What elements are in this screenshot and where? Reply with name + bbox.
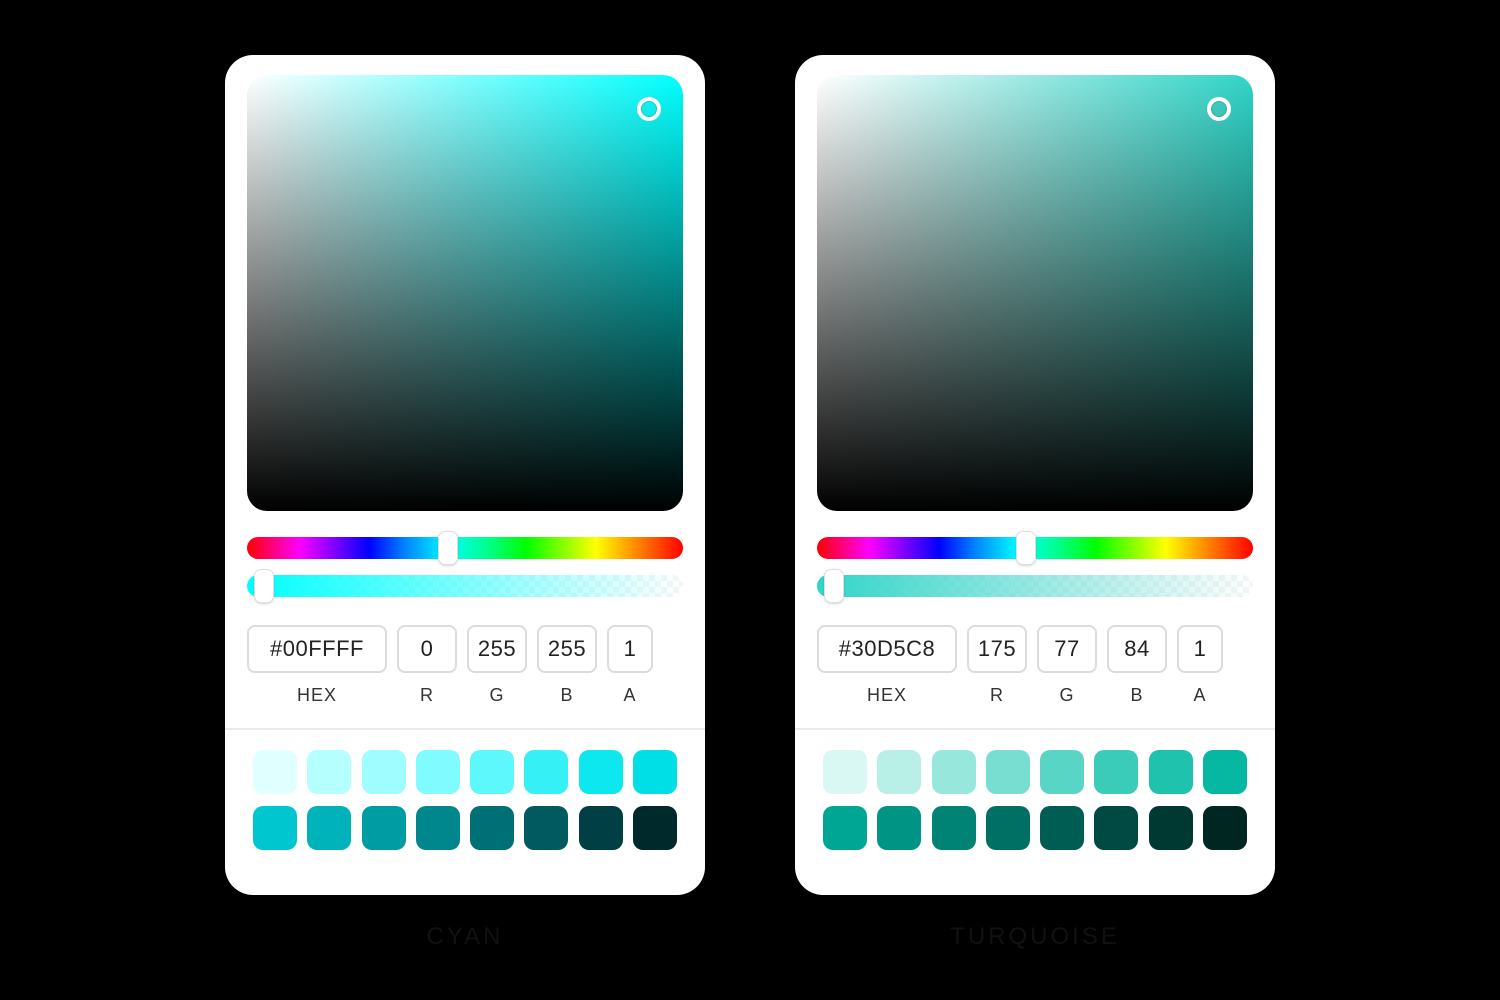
swatch[interactable] [253, 750, 297, 794]
sv-cursor-icon[interactable] [637, 97, 661, 121]
swatch[interactable] [932, 750, 976, 794]
swatch[interactable] [524, 806, 568, 850]
hue-slider-thumb[interactable] [1017, 532, 1035, 564]
swatch-row-light-0 [253, 750, 677, 794]
hex-label: HEX [297, 685, 337, 706]
hex-field: #00FFFF HEX [247, 625, 387, 706]
hue-slider[interactable] [817, 537, 1253, 559]
r-field: 175 R [967, 625, 1027, 706]
hue-slider-thumb[interactable] [439, 532, 457, 564]
swatch[interactable] [877, 806, 921, 850]
b-field: 84 B [1107, 625, 1167, 706]
swatch[interactable] [1094, 750, 1138, 794]
g-label: G [489, 685, 504, 706]
a-input[interactable]: 1 [1177, 625, 1223, 673]
swatch[interactable] [470, 806, 514, 850]
swatch[interactable] [1149, 806, 1193, 850]
alpha-slider-thumb[interactable] [825, 570, 843, 602]
hex-input[interactable]: #30D5C8 [817, 625, 957, 673]
g-field: 255 G [467, 625, 527, 706]
color-picker-panel: #30D5C8 HEX 175 R 77 G 84 B 1 A [795, 55, 1275, 895]
swatch[interactable] [416, 750, 460, 794]
a-input[interactable]: 1 [607, 625, 653, 673]
alpha-slider-thumb[interactable] [255, 570, 273, 602]
swatch[interactable] [470, 750, 514, 794]
picker-caption: CYAN [427, 923, 504, 951]
swatch[interactable] [823, 806, 867, 850]
swatch[interactable] [932, 806, 976, 850]
swatch[interactable] [1094, 806, 1138, 850]
sv-cursor-icon[interactable] [1207, 97, 1231, 121]
saturation-value-area[interactable] [817, 75, 1253, 511]
swatch[interactable] [307, 806, 351, 850]
alpha-slider[interactable] [247, 575, 683, 597]
a-field: 1 A [1177, 625, 1223, 706]
a-label: A [623, 685, 636, 706]
swatch[interactable] [1040, 806, 1084, 850]
swatch[interactable] [823, 750, 867, 794]
swatches-area [247, 730, 683, 886]
swatch-row-light-1 [823, 750, 1247, 794]
swatch-row-dark-1 [823, 806, 1247, 850]
swatch[interactable] [579, 806, 623, 850]
swatch[interactable] [362, 806, 406, 850]
picker-column-cyan: #00FFFF HEX 0 R 255 G 255 B 1 A [225, 55, 705, 951]
hex-input[interactable]: #00FFFF [247, 625, 387, 673]
swatch[interactable] [877, 750, 921, 794]
swatch[interactable] [579, 750, 623, 794]
swatch[interactable] [986, 750, 1030, 794]
b-input[interactable]: 255 [537, 625, 597, 673]
sliders-group [247, 537, 683, 597]
b-label: B [560, 685, 573, 706]
swatch-row-dark-0 [253, 806, 677, 850]
alpha-slider[interactable] [817, 575, 1253, 597]
g-label: G [1059, 685, 1074, 706]
swatch[interactable] [1203, 750, 1247, 794]
hex-label: HEX [867, 685, 907, 706]
swatch[interactable] [986, 806, 1030, 850]
g-input[interactable]: 77 [1037, 625, 1097, 673]
r-input[interactable]: 175 [967, 625, 1027, 673]
g-input[interactable]: 255 [467, 625, 527, 673]
hue-slider[interactable] [247, 537, 683, 559]
r-input[interactable]: 0 [397, 625, 457, 673]
b-field: 255 B [537, 625, 597, 706]
swatch[interactable] [1149, 750, 1193, 794]
color-picker-panel: #00FFFF HEX 0 R 255 G 255 B 1 A [225, 55, 705, 895]
a-field: 1 A [607, 625, 653, 706]
swatches-area [817, 730, 1253, 886]
sliders-group [817, 537, 1253, 597]
swatch[interactable] [1040, 750, 1084, 794]
g-field: 77 G [1037, 625, 1097, 706]
picker-caption: TURQUOISE [950, 923, 1120, 951]
hex-field: #30D5C8 HEX [817, 625, 957, 706]
b-label: B [1130, 685, 1143, 706]
value-inputs: #00FFFF HEX 0 R 255 G 255 B 1 A [247, 625, 683, 706]
swatch[interactable] [362, 750, 406, 794]
swatch[interactable] [416, 806, 460, 850]
swatch[interactable] [633, 750, 677, 794]
value-inputs: #30D5C8 HEX 175 R 77 G 84 B 1 A [817, 625, 1253, 706]
r-label: R [990, 685, 1004, 706]
b-input[interactable]: 84 [1107, 625, 1167, 673]
a-label: A [1193, 685, 1206, 706]
swatch[interactable] [524, 750, 568, 794]
swatch[interactable] [253, 806, 297, 850]
stage: #00FFFF HEX 0 R 255 G 255 B 1 A [0, 0, 1500, 1000]
swatch[interactable] [633, 806, 677, 850]
r-field: 0 R [397, 625, 457, 706]
r-label: R [420, 685, 434, 706]
picker-column-turquoise: #30D5C8 HEX 175 R 77 G 84 B 1 A [795, 55, 1275, 951]
swatch[interactable] [1203, 806, 1247, 850]
saturation-value-area[interactable] [247, 75, 683, 511]
swatch[interactable] [307, 750, 351, 794]
